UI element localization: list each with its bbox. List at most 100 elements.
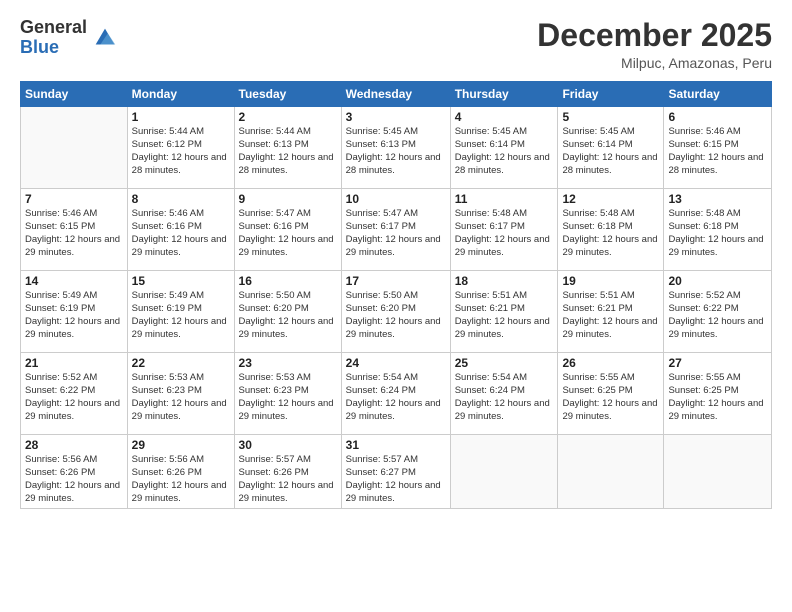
day-number: 2	[239, 110, 337, 124]
logo-text: General Blue	[20, 18, 87, 58]
calendar-cell	[664, 435, 772, 509]
calendar-cell: 27Sunrise: 5:55 AMSunset: 6:25 PMDayligh…	[664, 353, 772, 435]
calendar-cell: 25 Sunrise: 5:54 AMSunset: 6:24 PMDayligh…	[450, 353, 558, 435]
day-info: Sunrise: 5:45 AMSunset: 6:14 PMDaylight:…	[562, 126, 659, 177]
day-number: 23	[239, 356, 337, 370]
day-info: Sunrise: 5:53 AMSunset: 6:23 PMDaylight:…	[132, 372, 230, 423]
day-number: 1	[132, 110, 230, 124]
calendar-cell: 3Sunrise: 5:45 AMSunset: 6:13 PMDaylight…	[341, 107, 450, 189]
day-number: 15	[132, 274, 230, 288]
calendar-header-row: SundayMondayTuesdayWednesdayThursdayFrid…	[21, 82, 772, 107]
day-info: Sunrise: 5:54 AMSunset: 6:24 PMDaylight:…	[455, 372, 554, 423]
calendar-cell: 4 Sunrise: 5:45 AMSunset: 6:14 PMDaylight…	[450, 107, 558, 189]
day-number: 17	[346, 274, 446, 288]
day-number: 28	[25, 438, 123, 452]
calendar-cell: 24 Sunrise: 5:54 AMSunset: 6:24 PMDayligh…	[341, 353, 450, 435]
calendar-week-0: 1 Sunrise: 5:44 AMSunset: 6:12 PMDaylight…	[21, 107, 772, 189]
day-number: 30	[239, 438, 337, 452]
day-number: 10	[346, 192, 446, 206]
calendar-cell: 13 Sunrise: 5:48 AMSunset: 6:18 PMDayligh…	[664, 189, 772, 271]
calendar-header-thursday: Thursday	[450, 82, 558, 107]
day-number: 3	[346, 110, 446, 124]
day-number: 21	[25, 356, 123, 370]
calendar-cell: 1 Sunrise: 5:44 AMSunset: 6:12 PMDaylight…	[127, 107, 234, 189]
day-info: Sunrise: 5:44 AMSunset: 6:13 PMDaylight:…	[239, 126, 337, 177]
calendar-cell: 23 Sunrise: 5:53 AMSunset: 6:23 PMDayligh…	[234, 353, 341, 435]
calendar-cell: 28 Sunrise: 5:56 AMSunset: 6:26 PMDayligh…	[21, 435, 128, 509]
day-number: 18	[455, 274, 554, 288]
day-info: Sunrise: 5:56 AMSunset: 6:26 PMDaylight:…	[25, 454, 123, 505]
calendar-cell: 8Sunrise: 5:46 AMSunset: 6:16 PMDaylight…	[127, 189, 234, 271]
day-info: Sunrise: 5:52 AMSunset: 6:22 PMDaylight:…	[668, 290, 767, 341]
day-number: 12	[562, 192, 659, 206]
calendar-cell: 2 Sunrise: 5:44 AMSunset: 6:13 PMDaylight…	[234, 107, 341, 189]
calendar-week-4: 28 Sunrise: 5:56 AMSunset: 6:26 PMDayligh…	[21, 435, 772, 509]
day-info: Sunrise: 5:51 AMSunset: 6:21 PMDaylight:…	[562, 290, 659, 341]
day-info: Sunrise: 5:48 AMSunset: 6:18 PMDaylight:…	[562, 208, 659, 259]
month-title: December 2025	[537, 18, 772, 53]
calendar-cell: 30Sunrise: 5:57 AMSunset: 6:26 PMDayligh…	[234, 435, 341, 509]
day-number: 20	[668, 274, 767, 288]
calendar-cell: 18 Sunrise: 5:51 AMSunset: 6:21 PMDayligh…	[450, 271, 558, 353]
day-info: Sunrise: 5:50 AMSunset: 6:20 PMDaylight:…	[346, 290, 446, 341]
calendar-cell: 29Sunrise: 5:56 AMSunset: 6:26 PMDayligh…	[127, 435, 234, 509]
title-block: December 2025 Milpuc, Amazonas, Peru	[537, 18, 772, 71]
calendar-cell: 9Sunrise: 5:47 AMSunset: 6:16 PMDaylight…	[234, 189, 341, 271]
day-info: Sunrise: 5:55 AMSunset: 6:25 PMDaylight:…	[668, 372, 767, 423]
calendar-header-sunday: Sunday	[21, 82, 128, 107]
logo: General Blue	[20, 18, 119, 58]
calendar-header-saturday: Saturday	[664, 82, 772, 107]
day-number: 8	[132, 192, 230, 206]
day-info: Sunrise: 5:54 AMSunset: 6:24 PMDaylight:…	[346, 372, 446, 423]
calendar-cell: 26Sunrise: 5:55 AMSunset: 6:25 PMDayligh…	[558, 353, 664, 435]
calendar-cell: 20 Sunrise: 5:52 AMSunset: 6:22 PMDayligh…	[664, 271, 772, 353]
calendar-week-2: 14Sunrise: 5:49 AMSunset: 6:19 PMDayligh…	[21, 271, 772, 353]
calendar-header-wednesday: Wednesday	[341, 82, 450, 107]
day-info: Sunrise: 5:50 AMSunset: 6:20 PMDaylight:…	[239, 290, 337, 341]
day-info: Sunrise: 5:46 AMSunset: 6:15 PMDaylight:…	[668, 126, 767, 177]
day-number: 29	[132, 438, 230, 452]
calendar-cell: 31Sunrise: 5:57 AMSunset: 6:27 PMDayligh…	[341, 435, 450, 509]
logo-icon	[91, 24, 119, 52]
calendar-week-1: 7 Sunrise: 5:46 AMSunset: 6:15 PMDaylight…	[21, 189, 772, 271]
calendar-cell: 5Sunrise: 5:45 AMSunset: 6:14 PMDaylight…	[558, 107, 664, 189]
day-number: 19	[562, 274, 659, 288]
day-info: Sunrise: 5:44 AMSunset: 6:12 PMDaylight:…	[132, 126, 230, 177]
calendar-cell	[450, 435, 558, 509]
calendar-cell: 7 Sunrise: 5:46 AMSunset: 6:15 PMDaylight…	[21, 189, 128, 271]
calendar-cell: 12 Sunrise: 5:48 AMSunset: 6:18 PMDayligh…	[558, 189, 664, 271]
day-number: 25	[455, 356, 554, 370]
calendar-cell: 6Sunrise: 5:46 AMSunset: 6:15 PMDaylight…	[664, 107, 772, 189]
day-number: 24	[346, 356, 446, 370]
day-number: 31	[346, 438, 446, 452]
logo-general: General	[20, 18, 87, 38]
calendar-week-3: 21Sunrise: 5:52 AMSunset: 6:22 PMDayligh…	[21, 353, 772, 435]
calendar-cell: 16Sunrise: 5:50 AMSunset: 6:20 PMDayligh…	[234, 271, 341, 353]
calendar-cell: 17 Sunrise: 5:50 AMSunset: 6:20 PMDayligh…	[341, 271, 450, 353]
day-info: Sunrise: 5:49 AMSunset: 6:19 PMDaylight:…	[25, 290, 123, 341]
day-number: 7	[25, 192, 123, 206]
calendar-cell: 14Sunrise: 5:49 AMSunset: 6:19 PMDayligh…	[21, 271, 128, 353]
day-number: 22	[132, 356, 230, 370]
page: General Blue December 2025 Milpuc, Amazo…	[0, 0, 792, 612]
day-number: 13	[668, 192, 767, 206]
day-number: 9	[239, 192, 337, 206]
day-info: Sunrise: 5:48 AMSunset: 6:18 PMDaylight:…	[668, 208, 767, 259]
calendar-cell: 15 Sunrise: 5:49 AMSunset: 6:19 PMDayligh…	[127, 271, 234, 353]
day-info: Sunrise: 5:45 AMSunset: 6:14 PMDaylight:…	[455, 126, 554, 177]
calendar-cell	[558, 435, 664, 509]
day-info: Sunrise: 5:46 AMSunset: 6:15 PMDaylight:…	[25, 208, 123, 259]
calendar-cell: 10 Sunrise: 5:47 AMSunset: 6:17 PMDayligh…	[341, 189, 450, 271]
calendar-header-monday: Monday	[127, 82, 234, 107]
calendar-cell: 22 Sunrise: 5:53 AMSunset: 6:23 PMDayligh…	[127, 353, 234, 435]
day-info: Sunrise: 5:51 AMSunset: 6:21 PMDaylight:…	[455, 290, 554, 341]
location: Milpuc, Amazonas, Peru	[537, 55, 772, 71]
day-info: Sunrise: 5:48 AMSunset: 6:17 PMDaylight:…	[455, 208, 554, 259]
calendar-cell: 19 Sunrise: 5:51 AMSunset: 6:21 PMDayligh…	[558, 271, 664, 353]
day-info: Sunrise: 5:47 AMSunset: 6:17 PMDaylight:…	[346, 208, 446, 259]
day-info: Sunrise: 5:53 AMSunset: 6:23 PMDaylight:…	[239, 372, 337, 423]
day-info: Sunrise: 5:49 AMSunset: 6:19 PMDaylight:…	[132, 290, 230, 341]
day-number: 26	[562, 356, 659, 370]
calendar-header-friday: Friday	[558, 82, 664, 107]
day-number: 4	[455, 110, 554, 124]
